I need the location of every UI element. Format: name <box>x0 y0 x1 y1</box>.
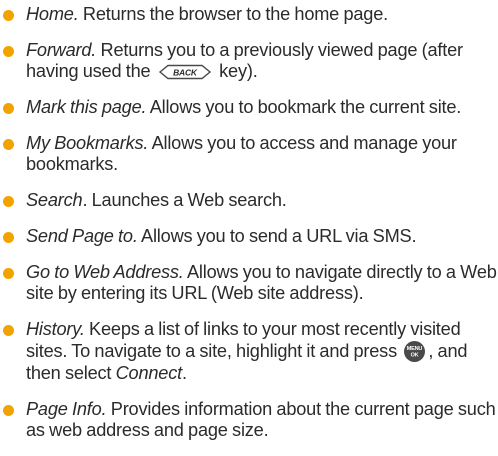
item-description: Allows you to send a URL via SMS. <box>137 226 417 246</box>
item-term: My Bookmarks. <box>26 133 149 153</box>
bullet-icon <box>3 325 14 336</box>
menu-key-label: MENU <box>407 346 423 352</box>
item-description-end: key). <box>214 61 258 81</box>
list-item-send-page-to: Send Page to. Allows you to send a URL v… <box>0 226 498 247</box>
bullet-icon <box>3 46 14 57</box>
item-description-end: . <box>181 363 187 383</box>
list-item-go-to-web-address: Go to Web Address. Allows you to navigat… <box>0 262 498 304</box>
list-item-page-info: Page Info. Provides information about th… <box>0 399 498 441</box>
feature-list: Home. Returns the browser to the home pa… <box>0 4 498 456</box>
back-key-label: BACK <box>173 68 198 78</box>
item-term: History. <box>26 319 85 339</box>
bullet-icon <box>3 139 14 150</box>
ok-key-label: OK <box>411 353 419 359</box>
item-term: Page Info. <box>26 399 107 419</box>
bullet-icon <box>3 268 14 279</box>
list-item-mark-this-page: Mark this page. Allows you to bookmark t… <box>0 97 498 118</box>
item-term: Search <box>26 190 83 210</box>
item-description: . Launches a Web search. <box>82 190 287 210</box>
item-term: Home. <box>26 4 79 24</box>
back-key-icon: BACK <box>158 64 211 80</box>
bullet-icon <box>3 405 14 416</box>
list-item-my-bookmarks: My Bookmarks. Allows you to access and m… <box>0 133 498 175</box>
list-item-forward: Forward. Returns you to a previously vie… <box>0 40 498 82</box>
list-item-history: History. Keeps a list of links to your m… <box>0 319 498 384</box>
list-item-home: Home. Returns the browser to the home pa… <box>0 4 498 25</box>
bullet-icon <box>3 196 14 207</box>
bullet-icon <box>3 232 14 243</box>
bullet-icon <box>3 10 14 21</box>
item-description: Keeps a list of links to your most recen… <box>26 319 461 361</box>
item-description: Returns the browser to the home page. <box>78 4 388 24</box>
item-description: Allows you to bookmark the current site. <box>146 97 462 117</box>
list-item-search: Search. Launches a Web search. <box>0 190 498 211</box>
item-term: Forward. <box>26 40 97 60</box>
item-term: Go to Web Address. <box>26 262 184 282</box>
item-term: Mark this page. <box>26 97 147 117</box>
bullet-icon <box>3 103 14 114</box>
connect-option: Connect <box>115 363 183 383</box>
item-term: Send Page to. <box>26 226 138 246</box>
menu-ok-key-icon: MENU OK <box>404 341 426 362</box>
